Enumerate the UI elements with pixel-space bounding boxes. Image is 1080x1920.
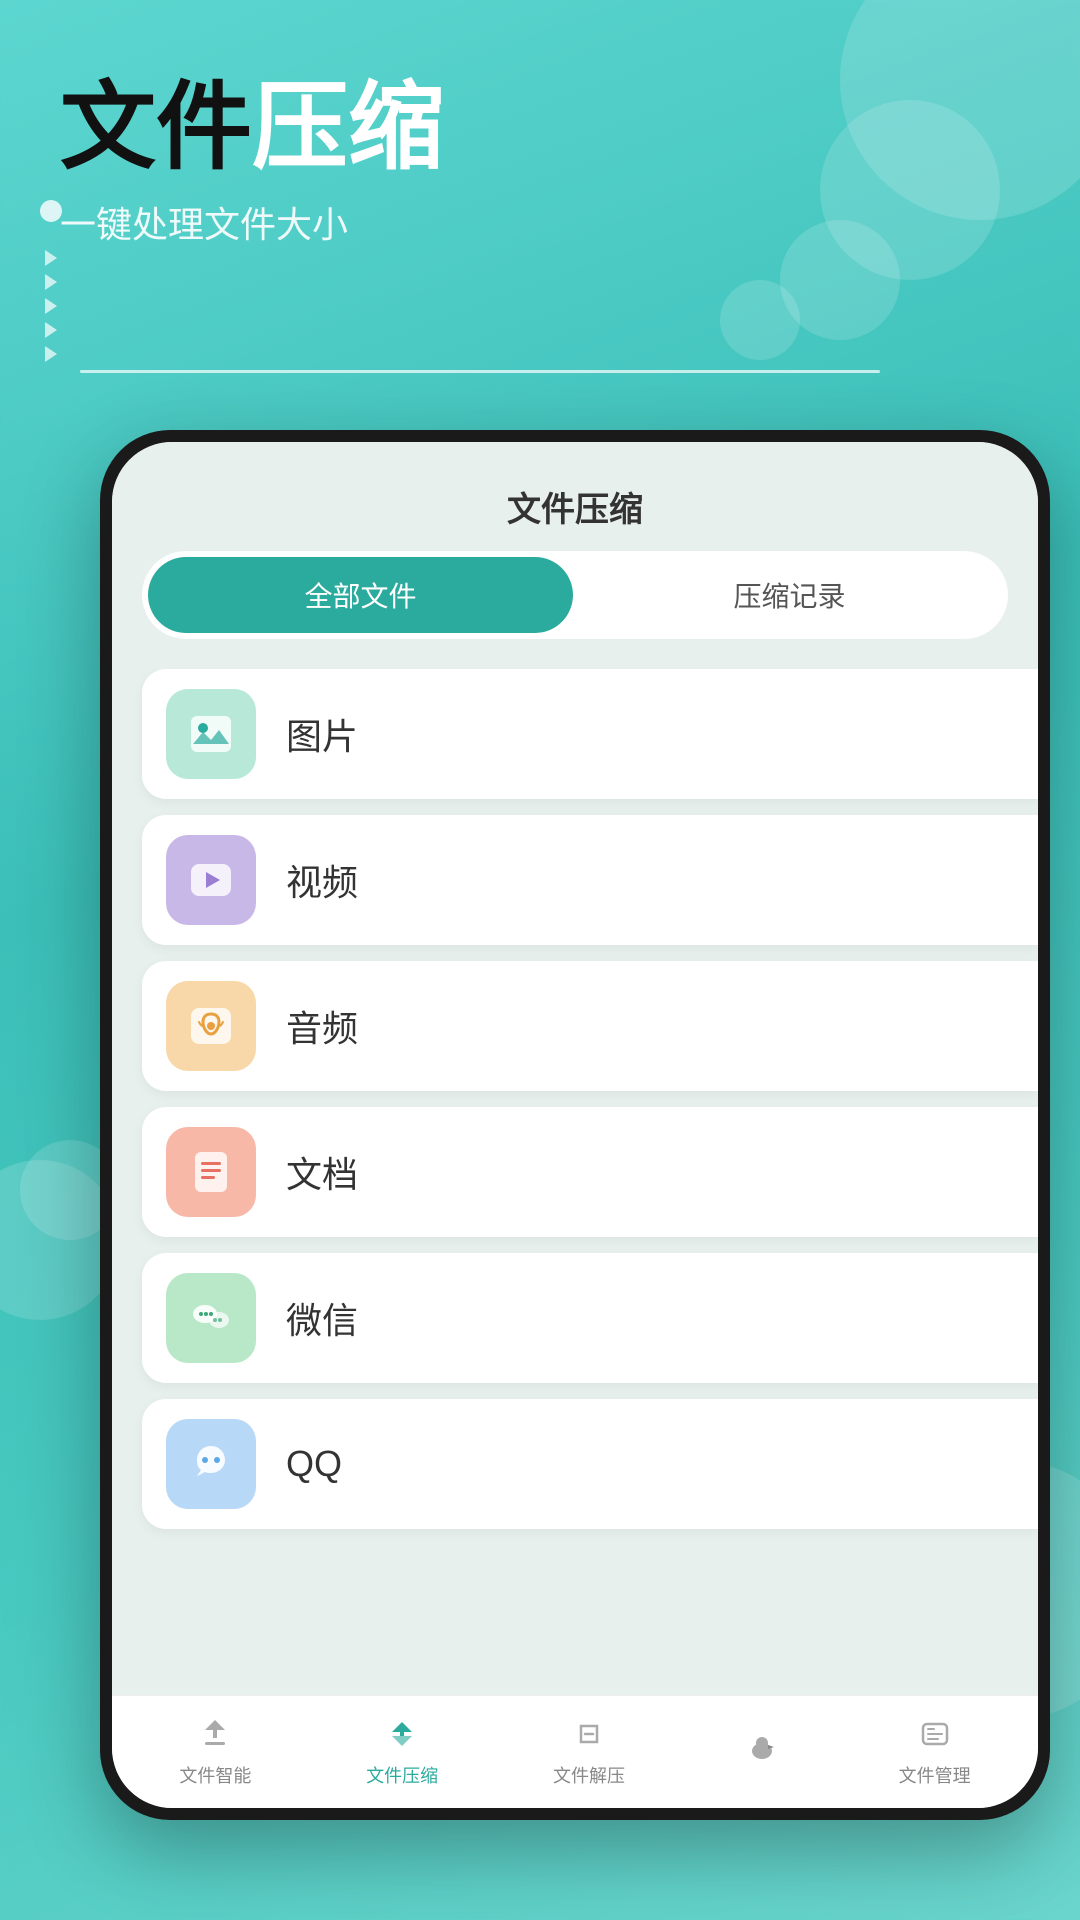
file-item-document[interactable]: 文档 xyxy=(142,1107,1038,1237)
file-icon-video xyxy=(166,835,256,925)
nav-item-decompress[interactable]: 文件解压 xyxy=(553,1712,625,1788)
bubble-decoration-4 xyxy=(720,280,800,360)
file-list: 图片 视频 xyxy=(112,669,1038,1695)
title-black-part: 文件 xyxy=(60,80,252,176)
tab-compress-history[interactable]: 压缩记录 xyxy=(577,557,1002,633)
tab-all-files[interactable]: 全部文件 xyxy=(148,557,573,633)
file-icon-document xyxy=(166,1127,256,1217)
nav-item-smart[interactable]: 文件智能 xyxy=(179,1712,251,1788)
file-item-image[interactable]: 图片 xyxy=(142,669,1038,799)
title-row: 文件 压缩 xyxy=(60,80,1020,176)
phone-screen: 文件压缩 全部文件 压缩记录 图片 xyxy=(112,442,1038,1808)
nav-label-manage: 文件管理 xyxy=(899,1762,971,1788)
tab-bar: 全部文件 压缩记录 xyxy=(142,551,1008,639)
nav-label-decompress: 文件解压 xyxy=(553,1762,625,1788)
file-icon-audio xyxy=(166,981,256,1071)
header-area: 文件 压缩 一键处理文件大小 xyxy=(60,80,1020,278)
left-arrows-decoration xyxy=(45,250,57,362)
file-item-audio[interactable]: 音频 xyxy=(142,961,1038,1091)
file-icon-qq xyxy=(166,1419,256,1509)
phone-mockup: 文件压缩 全部文件 压缩记录 图片 xyxy=(100,430,1050,1820)
file-label-wechat: 微信 xyxy=(286,1292,358,1344)
file-item-wechat[interactable]: 微信 xyxy=(142,1253,1038,1383)
nav-icon-manage xyxy=(913,1712,957,1756)
nav-icon-duck xyxy=(740,1725,784,1769)
app-title-bar: 文件压缩 xyxy=(112,442,1038,551)
title-white-part: 压缩 xyxy=(252,80,444,176)
nav-label-compress: 文件压缩 xyxy=(366,1762,438,1788)
file-item-qq[interactable]: QQ xyxy=(142,1399,1038,1529)
file-label-video: 视频 xyxy=(286,854,358,906)
left-dot-decoration xyxy=(40,200,62,222)
nav-label-smart: 文件智能 xyxy=(179,1762,251,1788)
bottom-nav: 文件智能 文件压缩 文件解压 xyxy=(112,1695,1038,1808)
nav-item-duck[interactable] xyxy=(740,1725,784,1775)
file-icon-image xyxy=(166,689,256,779)
file-item-video[interactable]: 视频 xyxy=(142,815,1038,945)
file-icon-wechat xyxy=(166,1273,256,1363)
nav-item-compress[interactable]: 文件压缩 xyxy=(366,1712,438,1788)
file-label-document: 文档 xyxy=(286,1146,358,1198)
subtitle-text: 一键处理文件大小 xyxy=(60,196,1020,248)
file-label-image: 图片 xyxy=(286,708,358,760)
nav-icon-decompress xyxy=(567,1712,611,1756)
nav-icon-smart xyxy=(193,1712,237,1756)
file-label-qq: QQ xyxy=(286,1443,342,1485)
header-divider-line xyxy=(80,370,880,373)
file-label-audio: 音频 xyxy=(286,1000,358,1052)
nav-icon-compress xyxy=(380,1712,424,1756)
nav-item-manage[interactable]: 文件管理 xyxy=(899,1712,971,1788)
